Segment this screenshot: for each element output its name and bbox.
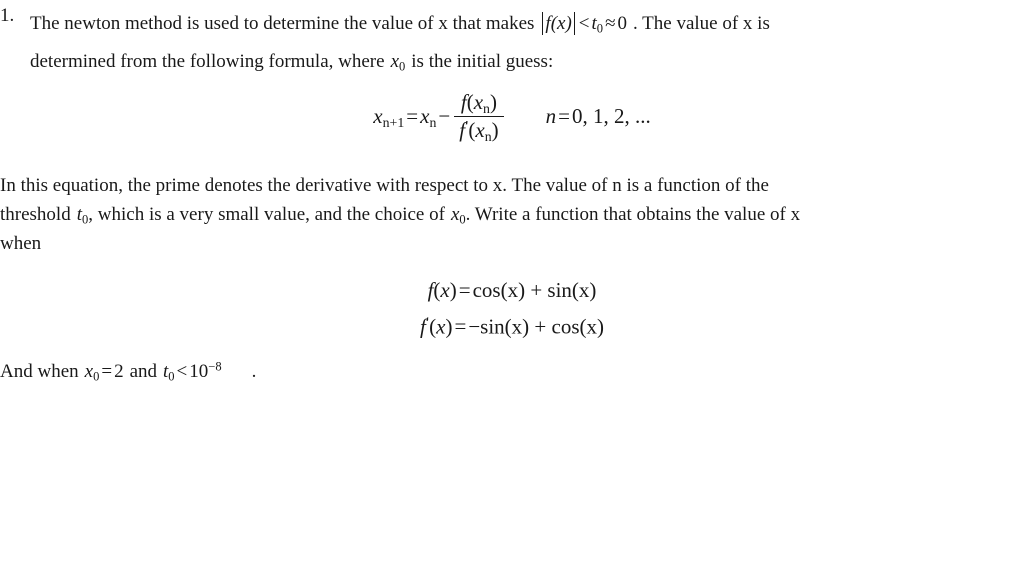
problem-line-2: determined from the following formula, w… — [30, 43, 822, 81]
fn-f-equals: = — [458, 278, 471, 302]
index-values: 0, 1, 2, ... — [571, 104, 651, 128]
closing-text-a: And when — [0, 361, 79, 382]
newton-fraction-denominator: f′(xn) — [454, 116, 504, 144]
explanation-line-2-text-c: . Write a function that obtains the valu… — [465, 204, 801, 225]
closing-t-subscript: 0 — [168, 369, 175, 384]
closing-text-c: . — [251, 361, 257, 382]
fn-f-close-paren: ) — [449, 278, 457, 302]
newton-minus: − — [438, 104, 451, 128]
function-definitions: f(x)=cos(x) + sin(x) f′(x)=−sin(x) + cos… — [0, 274, 1024, 343]
abs-bar-right — [573, 11, 575, 35]
fn-f-var: x — [440, 278, 450, 302]
closing-text-b: and — [129, 361, 157, 382]
problem-line-2-text-b: is the initial guess: — [411, 51, 554, 72]
newton-fraction-numerator: f(xn) — [456, 90, 502, 116]
function-definition-f-prime: f′(x)=−sin(x) + cos(x) — [0, 307, 1024, 343]
inline-math-f-of-x: f(x) — [545, 13, 572, 34]
inline-math-x0: x — [390, 51, 399, 72]
closing-x-value: 2 — [114, 361, 124, 382]
denominator-subscript: n — [484, 128, 492, 144]
abs-bar-left — [542, 11, 544, 35]
problem-text: The newton method is used to determine t… — [30, 5, 822, 81]
denominator-var: x — [475, 118, 485, 142]
newton-rhs-term: xn — [420, 104, 436, 129]
explanation-paragraph: In this equation, the prime denotes the … — [0, 171, 822, 258]
explanation-line-2-text-a: threshold — [0, 204, 71, 225]
closing-t-relation: < — [176, 361, 188, 382]
problem-line-1-text-b: . The value of x is — [633, 13, 770, 34]
fn-f-rhs: cos(x) + sin(x) — [472, 278, 597, 302]
index-equals: = — [558, 104, 570, 128]
problem-number: 1. — [0, 5, 15, 26]
newton-lhs-subscript: n+1 — [382, 114, 405, 130]
newton-lhs-var: x — [373, 104, 383, 128]
problem-line-2-text-a: determined from the following formula, w… — [30, 51, 385, 72]
problem-line-1-text-a: The newton method is used to determine t… — [30, 13, 535, 34]
closing-conditions: And when x0 = 2 and t0 <10−8. — [0, 358, 256, 386]
inline-math-zero: 0 — [617, 13, 628, 34]
newton-lhs: xn+1 — [373, 104, 404, 129]
fn-fprime-rhs: −sin(x) + cos(x) — [468, 314, 604, 339]
newton-rhs-subscript: n — [429, 114, 437, 130]
function-definition-f: f(x)=cos(x) + sin(x) — [0, 274, 1024, 307]
inline-math-x0-subscript: 0 — [399, 59, 406, 74]
closing-x-equals: = — [101, 361, 113, 382]
numerator-var: x — [473, 90, 484, 114]
explanation-line-3: when — [0, 233, 42, 254]
explanation-line-1: In this equation, the prime denotes the … — [0, 175, 769, 196]
index-var-n: n — [545, 104, 557, 128]
document-page: 1. The newton method is used to determin… — [0, 0, 1024, 576]
inline-math-approx: ≈ — [605, 13, 616, 34]
newton-formula-equation: xn+1 = xn − f(xn) f′(xn) n=0, 1, 2, ... — [0, 90, 1024, 143]
explanation-line-2: threshold t0, which is a very small value… — [0, 200, 822, 229]
inline-math-less-than: < — [578, 13, 590, 34]
problem-line-1: The newton method is used to determine t… — [30, 5, 822, 43]
newton-formula-row: xn+1 = xn − f(xn) f′(xn) n=0, 1, 2, ... — [373, 90, 650, 143]
fn-fprime-equals: = — [454, 314, 467, 339]
closing-x-var: x — [84, 361, 94, 382]
denominator-close-paren: ) — [491, 118, 499, 142]
numerator-open-paren: ( — [466, 90, 474, 114]
newton-equals: = — [406, 104, 419, 128]
newton-fraction: f(xn) f′(xn) — [454, 90, 504, 144]
closing-t-base: 10 — [189, 361, 209, 382]
newton-index-condition: n=0, 1, 2, ... — [546, 104, 651, 129]
numerator-close-paren: ) — [489, 90, 497, 114]
numerator-subscript: n — [483, 100, 490, 116]
closing-t-exponent: −8 — [208, 359, 222, 374]
explanation-line-2-text-b: , which is a very small value, and the c… — [88, 204, 445, 225]
